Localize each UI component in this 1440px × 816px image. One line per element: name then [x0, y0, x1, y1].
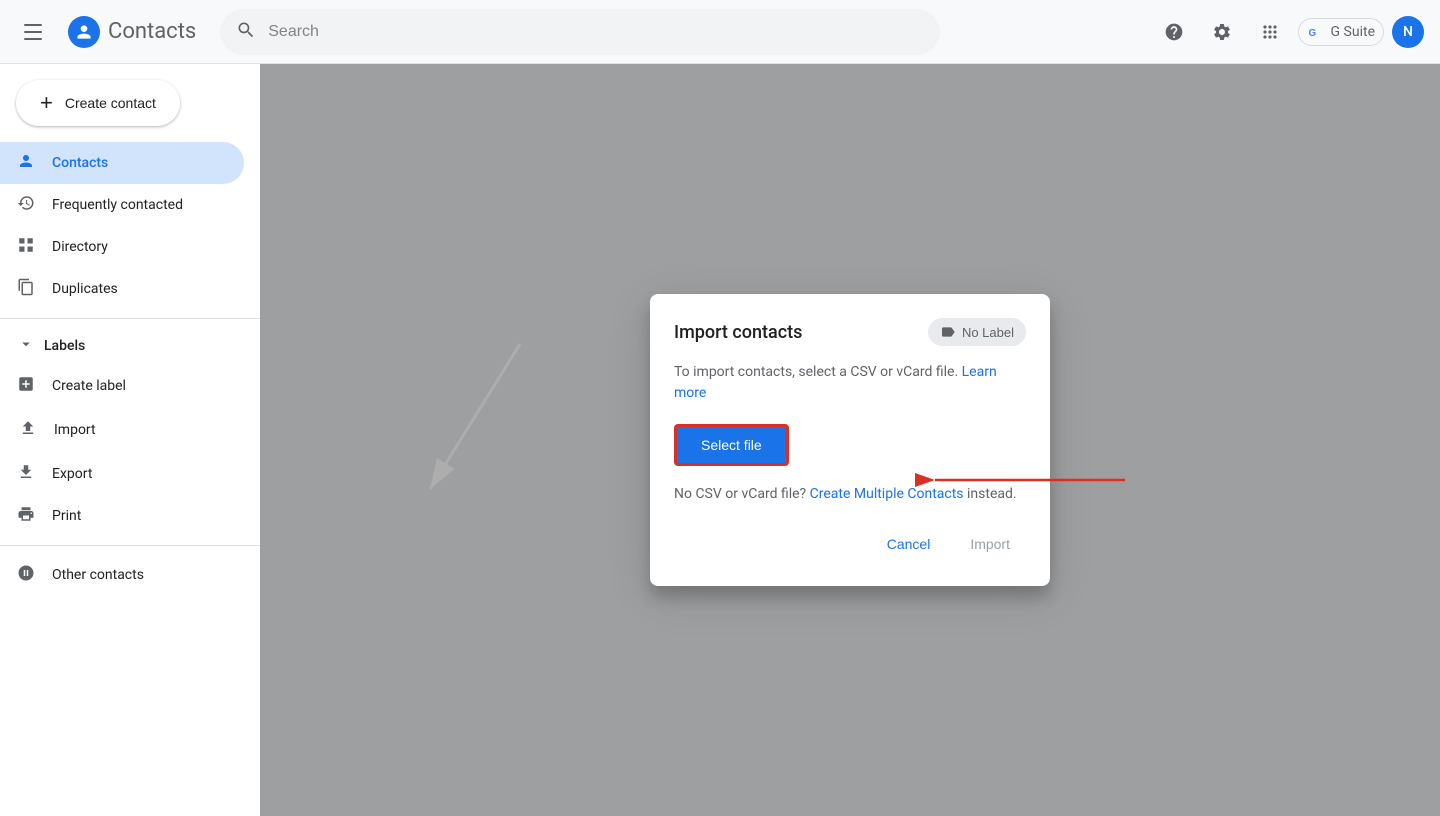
sidebar-item-directory[interactable]: Directory	[0, 226, 244, 268]
download-icon	[16, 463, 36, 485]
directory-label: Directory	[52, 239, 108, 255]
hamburger-menu-button[interactable]	[16, 12, 56, 52]
history-icon	[16, 194, 36, 216]
cancel-button[interactable]: Cancel	[871, 526, 947, 562]
help-button[interactable]	[1154, 12, 1194, 52]
labels-section-label: Labels	[44, 338, 85, 354]
grid-icon	[16, 236, 36, 258]
search-icon	[236, 20, 256, 44]
svg-text:G: G	[1308, 27, 1316, 38]
upload-icon	[18, 419, 38, 441]
modal-overlay: Import contacts No Label To import conta…	[260, 64, 1440, 816]
label-icon	[940, 324, 956, 340]
print-label: Print	[52, 508, 81, 524]
topbar-right: G G Suite N	[1154, 12, 1424, 52]
contacts-nav-label: Contacts	[52, 155, 108, 171]
modal-header: Import contacts No Label	[674, 318, 1026, 346]
sidebar-item-import[interactable]: Import	[0, 407, 244, 453]
main-layout: + Create contact Contacts Frequently con…	[0, 64, 1440, 816]
sidebar-item-duplicates[interactable]: Duplicates	[0, 268, 244, 310]
import-label: Import	[54, 422, 96, 438]
gsuite-badge[interactable]: G G Suite	[1298, 18, 1384, 46]
no-label-button[interactable]: No Label	[928, 318, 1026, 346]
create-label-label: Create label	[52, 378, 126, 394]
sidebar-item-export[interactable]: Export	[0, 453, 244, 495]
user-avatar[interactable]: N	[1392, 16, 1424, 48]
duplicate-icon	[16, 278, 36, 300]
sidebar-item-print[interactable]: Print	[0, 495, 244, 537]
sidebar: + Create contact Contacts Frequently con…	[0, 64, 260, 816]
create-contact-button[interactable]: + Create contact	[16, 80, 180, 126]
sidebar-item-create-label[interactable]: Create label	[0, 365, 244, 407]
topbar: Contacts G G Suite N	[0, 0, 1440, 64]
person-logo-svg	[74, 22, 94, 42]
contacts-logo-icon	[68, 16, 100, 48]
no-csv-text: No CSV or vCard file? Create Multiple Co…	[674, 486, 1026, 502]
modal-title: Import contacts	[674, 322, 802, 343]
search-bar	[220, 9, 940, 55]
sidebar-item-contacts[interactable]: Contacts	[0, 142, 244, 184]
export-label: Export	[52, 466, 92, 482]
collapse-icon	[16, 335, 36, 357]
select-file-button[interactable]: Select file	[674, 424, 789, 466]
plus-icon: +	[40, 90, 53, 116]
gsuite-label: G Suite	[1331, 24, 1375, 40]
frequently-contacted-label: Frequently contacted	[52, 197, 183, 213]
sidebar-item-other-contacts[interactable]: Other contacts	[0, 554, 244, 596]
app-logo: Contacts	[68, 16, 196, 48]
modal-desc-text: To import contacts, select a CSV or vCar…	[674, 364, 958, 380]
import-button[interactable]: Import	[954, 526, 1026, 562]
other-contacts-icon	[16, 564, 36, 586]
gsuite-icon: G	[1307, 23, 1325, 41]
modal-actions: Cancel Import	[674, 526, 1026, 562]
no-csv-suffix: instead.	[967, 486, 1017, 502]
no-label-text: No Label	[962, 325, 1014, 340]
add-label-icon	[16, 375, 36, 397]
content-area: Create contact Import contacts Import co…	[260, 64, 1440, 816]
search-input[interactable]	[268, 23, 924, 41]
apps-button[interactable]	[1250, 12, 1290, 52]
topbar-left: Contacts	[16, 12, 196, 52]
import-contacts-modal: Import contacts No Label To import conta…	[650, 294, 1050, 586]
labels-section-header[interactable]: Labels	[0, 327, 260, 365]
hamburger-icon	[24, 20, 48, 44]
other-contacts-label: Other contacts	[52, 567, 144, 583]
duplicates-label: Duplicates	[52, 281, 118, 297]
create-contact-label: Create contact	[65, 95, 156, 111]
app-name-label: Contacts	[108, 19, 196, 44]
settings-button[interactable]	[1202, 12, 1242, 52]
person-icon	[16, 152, 36, 174]
sidebar-divider-1	[0, 318, 260, 319]
no-csv-prefix: No CSV or vCard file?	[674, 486, 806, 502]
create-multiple-contacts-link[interactable]: Create Multiple Contacts	[810, 486, 964, 502]
modal-description: To import contacts, select a CSV or vCar…	[674, 362, 1026, 404]
print-icon	[16, 505, 36, 527]
sidebar-divider-2	[0, 545, 260, 546]
sidebar-item-frequently-contacted[interactable]: Frequently contacted	[0, 184, 244, 226]
